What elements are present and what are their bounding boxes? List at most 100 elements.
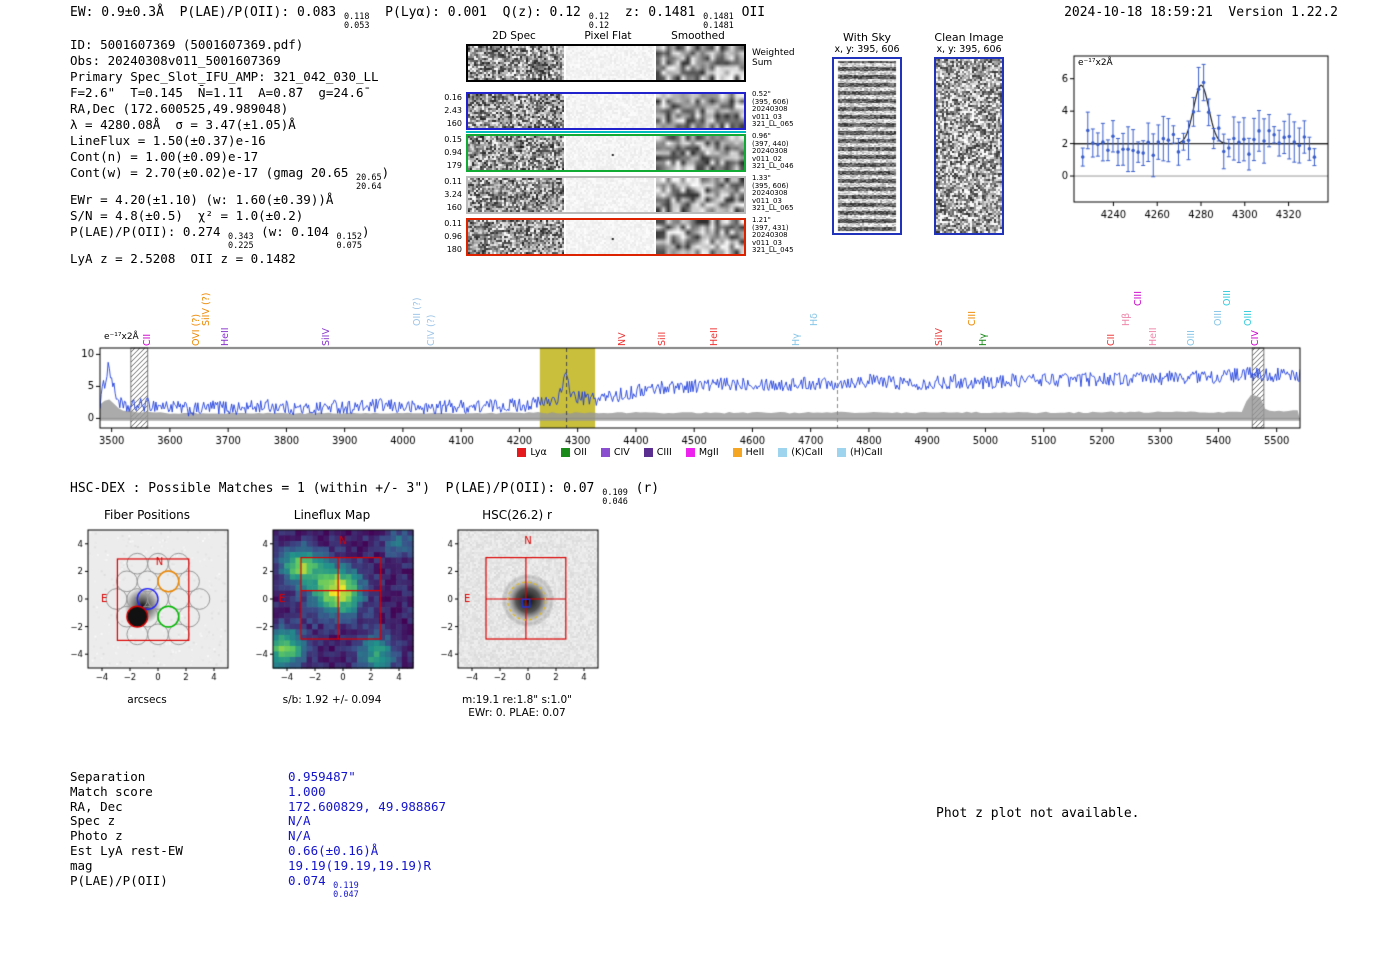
cutout-smoothed-image (656, 46, 744, 80)
cutout-row-stat: 0.15 (444, 135, 462, 144)
text-segment: (w: 0.104 (253, 223, 337, 239)
info-line: P(LAE)/P(OII): 0.274 0.343 0.225 (w: 0.10… (70, 224, 389, 251)
info-line: ID: 5001607369 (5001607369.pdf) (70, 37, 389, 53)
cutout-2dspec-image (468, 136, 564, 170)
cutout-row (466, 92, 746, 130)
cutout-smoothed-image (656, 136, 744, 170)
legend-item: HeII (732, 447, 764, 458)
text-segment: EWr = 4.20(±1.10) (w: 1.60(±0.39))Å (70, 191, 334, 207)
text-segment: HSC-DEX : Possible Matches = 1 (within +… (70, 481, 603, 496)
stacked-uncertainty: 0.1481 0.1481 (703, 12, 734, 31)
table-row: RA, Dec 172.600829, 49.988867 (70, 798, 447, 815)
spectral-line-label: SiIV (?) (200, 292, 212, 326)
cutout-row-stat: 0.16 (444, 93, 462, 102)
table-row-value: 172.600829, 49.988867 (288, 798, 447, 814)
stacked-uncertainty: 0.109 0.046 (602, 488, 628, 507)
stacked-uncertainty: 0.12 0.12 (588, 12, 610, 31)
cutout-row-stat: 0.94 (444, 148, 462, 157)
cutout-row-annotation: 321_LL_045 (752, 246, 794, 255)
spectral-line-label: OIII (1212, 310, 1224, 326)
cutout-row-stat: 3.24 (444, 190, 462, 199)
text-segment: Obs: 20240308v011_5001607369 (70, 53, 281, 68)
cutout-row-annotation: 321_LL_046 (752, 162, 794, 171)
legend-item: (K)CaII (778, 447, 823, 458)
text-segment: RA,Dec (172.600525,49.989048) (70, 101, 289, 116)
legend-item: OII (560, 447, 587, 458)
info-line: Obs: 20240308v011_5001607369 (70, 53, 389, 69)
table-row-label: Est LyA rest-EW (70, 842, 183, 858)
spectral-line-label: OII (?) (411, 297, 423, 326)
table-row: Est LyA rest-EW 0.66(±0.16)Å (70, 842, 446, 859)
legend-label: CIII (656, 447, 672, 458)
hsc-image-panel: HSC(26.2) r m:19.1 re:1.8" s:1.0" EWr: 0… (427, 508, 607, 720)
table-row-value: 0.959487" (288, 769, 356, 784)
table-row-value: 19.19(19.19,19.19)R (288, 857, 431, 873)
info-line: LyA z = 2.5208 OII z = 0.1482 (70, 251, 389, 267)
stacked-uncertainty: 0.152 0.075 (336, 231, 363, 251)
clean-image-panel: Clean Image x, y: 395, 606 (932, 31, 1006, 235)
text-segment: Cont(w) = 2.70(±0.02)e-17 (gmag 20.65 (70, 165, 356, 180)
info-line: RA,Dec (172.600525,49.989048) (70, 101, 389, 117)
hsc-image-plot (429, 524, 605, 694)
legend-label: (K)CaII (791, 447, 823, 458)
spectral-line-label: CIV (?) (425, 314, 437, 346)
cutout-smoothed-image (656, 178, 744, 212)
cutout-smoothed-image (656, 220, 744, 254)
hsc-image-caption-1: m:19.1 re:1.8" s:1.0" (462, 694, 572, 706)
cutout-row-stat: 2.43 (444, 106, 462, 115)
info-line: Cont(n) = 1.00(±0.09)e-17 (70, 149, 389, 165)
fit-corner-label: e⁻¹⁷x2Å (1078, 58, 1113, 68)
info-line: S/N = 4.8(±0.5) χ² = 1.0(±0.2) (70, 208, 389, 224)
info-line: LineFlux = 1.50(±0.37)e-16 (70, 133, 389, 149)
text-segment: ID: 5001607369 (5001607369.pdf) (70, 37, 304, 52)
cutout-pixelflat-image (566, 46, 654, 80)
cutout-2dspec-image (468, 220, 564, 254)
lineflux-map-caption: s/b: 1.92 +/- 0.094 (282, 694, 382, 706)
stacked-uncertainty: 0.343 0.225 (228, 231, 254, 251)
cutout-2dspec-image (468, 46, 564, 80)
spectral-line-label: HeII (708, 327, 720, 346)
stacked-uncertainty: 20.65 20.64 (355, 173, 382, 192)
fiber-positions-xlabel: arcsecs (127, 694, 167, 706)
text-segment: Primary Spec_Slot_IFU_AMP: 321_042_030_L… (70, 69, 379, 84)
cutout-row-stat: 179 (446, 161, 462, 170)
fiber-positions-title: Fiber Positions (103, 508, 191, 522)
cutout-row-stat: 180 (446, 245, 462, 254)
info-line: F=2.6" T=0.145 N̄=1.1̄1 A=0.8̄7 g=24.6̄ (70, 85, 389, 101)
table-row-value: 1.000 (288, 783, 326, 799)
cutout-smoothed-image (656, 94, 744, 128)
stacked-uncertainty: 0.119 0.047 (333, 880, 359, 900)
table-row-label: Spec z (70, 813, 116, 829)
cutout-col-header-pixelflat: Pixel Flat (584, 30, 632, 42)
spectral-line-label: HeII (1148, 327, 1160, 346)
cutout-row-annotation: 321_LL_065 (752, 120, 794, 129)
legend-label: (H)CaII (849, 447, 883, 458)
table-row: Spec z N/A (70, 813, 446, 829)
phot-z-note: Phot z plot not available. (936, 806, 1140, 821)
text-segment: S/N = 4.8(±0.5) χ² = 1.0(±0.2) (70, 207, 304, 223)
text-segment: F=2.6" T=0.145 N̄=1.1̄1 A=0.8̄7 g=24.6̄ (70, 85, 364, 100)
elixer-report-page: EW: 0.9±0.3Å P(LAE)/P(OII): 0.083 0.118 0… (0, 0, 1400, 953)
table-row-label: RA, Dec (70, 798, 123, 814)
spectral-line-label: HeII (220, 327, 232, 346)
stacked-uncertainty: 0.118 0.053 (343, 12, 370, 31)
text-segment: EW: 0.9±0.3Å P(LAE)/P(OII): 0.083 (70, 5, 344, 20)
text-segment: LyA z = 2.5208 OII z = 0.1482 (70, 250, 296, 266)
hsc-dex-line: HSC-DEX : Possible Matches = 1 (within +… (70, 481, 659, 507)
cutout-row (466, 176, 746, 214)
header-summary: EW: 0.9±0.3Å P(LAE)/P(OII): 0.083 0.118 0… (70, 5, 765, 31)
spectral-line-label: OIII (1222, 290, 1234, 306)
legend-swatch (732, 448, 742, 457)
legend-label: Lyα (530, 447, 547, 458)
withsky-title: With Sky (843, 31, 891, 44)
legend-swatch (685, 448, 695, 457)
spectral-line-label: OIII (1243, 310, 1255, 326)
cutout-row-stat: 0.11 (444, 177, 462, 186)
text-segment: (r) (627, 481, 660, 496)
clean-image-title: Clean Image (934, 31, 1004, 44)
spectrum-legend: Lyα OII CIV CIII MgII HeII (K)CaII (H)CaII (70, 447, 1330, 458)
legend-item: CIII (643, 447, 672, 458)
table-row-label: Separation (70, 769, 146, 784)
spectral-line-label: CII (1105, 333, 1117, 346)
clean-image (934, 57, 1004, 235)
